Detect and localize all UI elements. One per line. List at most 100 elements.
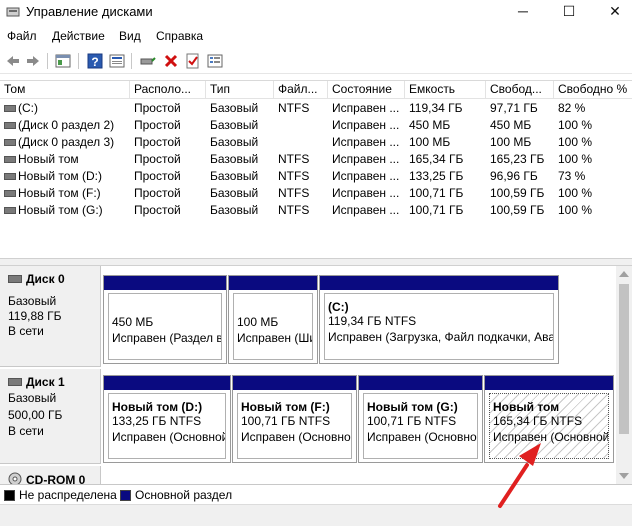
partition-size: 165,34 ГБ NTFS (493, 414, 583, 428)
disk-1-info[interactable]: Диск 1 Базовый 500,00 ГБ В сети (0, 369, 101, 464)
volume-icon (4, 207, 16, 214)
volume-capacity: 133,25 ГБ (409, 169, 464, 183)
scroll-down-icon[interactable] (619, 473, 629, 479)
column-header-layout[interactable]: Располо... (130, 81, 206, 99)
toolbar-separator (78, 53, 79, 69)
volume-type: Базовый (210, 203, 259, 217)
volume-name: (Диск 0 раздел 3) (18, 135, 115, 149)
partition-body: Новый том (D:) 133,25 ГБ NTFS Исправен (… (108, 393, 226, 459)
disk-status: В сети (8, 424, 44, 438)
table-row[interactable]: (Диск 0 раздел 3) Простой Базовый Исправен … (0, 134, 632, 151)
column-header-capacity[interactable]: Емкость (405, 81, 486, 99)
volume-percent-free: 82 % (558, 101, 586, 115)
scroll-up-icon[interactable] (619, 271, 629, 277)
volume-layout: Простой (134, 101, 181, 115)
partition-status: Исправен (Загрузка, Файл подкачки, Ава (328, 330, 554, 344)
column-header-type[interactable]: Тип (206, 81, 274, 99)
window-title: Управление дисками (26, 4, 153, 19)
partition-status: Исправен (Основно (241, 430, 351, 444)
table-row[interactable]: (Диск 0 раздел 2) Простой Базовый Исправен … (0, 117, 632, 134)
table-row[interactable]: (C:) Простой Базовый NTFS Исправен ... 119,34… (0, 100, 632, 117)
toolbar-separator (131, 53, 132, 69)
partition-disk0-efi[interactable]: 100 МБ Исправен (Ши (228, 275, 318, 364)
volume-type: Базовый (210, 101, 259, 115)
partition-body: Новый том (G:) 100,71 ГБ NTFS Исправен (… (363, 393, 478, 459)
partition-title: Новый том (493, 400, 560, 414)
delete-icon[interactable] (162, 52, 180, 70)
volume-capacity: 450 МБ (409, 118, 451, 132)
menu-view[interactable]: Вид (119, 29, 141, 43)
close-button[interactable]: ✕ (592, 0, 632, 24)
cdrom-0-info[interactable]: CD-ROM 0 (0, 466, 101, 484)
table-row[interactable]: Новый том Простой Базовый NTFS Исправен ... 1… (0, 151, 632, 168)
volume-layout: Простой (134, 203, 181, 217)
volume-layout: Простой (134, 135, 181, 149)
volume-status: Исправен ... (332, 203, 400, 217)
column-header-volume[interactable]: Том (0, 81, 130, 99)
maximize-button[interactable]: ☐ (546, 0, 592, 24)
disk-management-app-icon (6, 7, 20, 17)
table-row[interactable]: Новый том (G:) Простой Базовый NTFS Исправен… (0, 202, 632, 219)
scroll-thumb[interactable] (619, 284, 629, 434)
cd-drive-icon (8, 472, 22, 484)
volume-type: Базовый (210, 118, 259, 132)
help-icon[interactable]: ? (86, 52, 104, 70)
column-header-percent-free[interactable]: Свободно % (554, 81, 632, 99)
volume-free-space: 96,96 ГБ (490, 169, 538, 183)
minimize-button[interactable]: ─ (500, 0, 546, 24)
partition-bar (104, 376, 230, 390)
connect-disk-icon[interactable] (139, 52, 157, 70)
partition-disk1-g[interactable]: Новый том (G:) 100,71 ГБ NTFS Исправен (… (358, 375, 483, 463)
partition-status: Исправен (Раздел в (112, 331, 222, 345)
column-header-free-space[interactable]: Свобод... (486, 81, 554, 99)
partition-disk0-recovery[interactable]: 450 МБ Исправен (Раздел в (103, 275, 227, 364)
vertical-scrollbar[interactable] (616, 266, 632, 484)
table-row[interactable]: Новый том (F:) Простой Базовый NTFS Исправен… (0, 185, 632, 202)
back-arrow-icon[interactable] (4, 52, 22, 70)
console-tree-icon[interactable] (54, 52, 72, 70)
column-header-filesystem[interactable]: Файл... (274, 81, 328, 99)
toolbar-separator (47, 53, 48, 69)
partition-disk1-f[interactable]: Новый том (F:) 100,71 ГБ NTFS Исправен (… (232, 375, 357, 463)
legend: Не распределена Основной раздел (0, 484, 632, 504)
partition-disk1-d[interactable]: Новый том (D:) 133,25 ГБ NTFS Исправен (… (103, 375, 231, 463)
partition-body-selected: Новый том 165,34 ГБ NTFS Исправен (Основ… (489, 393, 609, 459)
volume-status: Исправен ... (332, 135, 400, 149)
pane-splitter[interactable] (0, 258, 632, 266)
disk-name: Диск 1 (26, 375, 65, 389)
partition-body: (C:) 119,34 ГБ NTFS Исправен (Загрузка, … (324, 293, 554, 360)
partition-size: 100,71 ГБ NTFS (367, 414, 457, 428)
partition-disk1-new-volume[interactable]: Новый том 165,34 ГБ NTFS Исправен (Основ… (484, 375, 614, 463)
disk-0-info[interactable]: Диск 0 Базовый 119,88 ГБ В сети (0, 266, 101, 367)
volume-status: Исправен ... (332, 169, 400, 183)
properties-icon[interactable] (108, 52, 126, 70)
menu-file[interactable]: Файл (7, 29, 37, 43)
check-icon[interactable] (184, 52, 202, 70)
volume-filesystem (278, 117, 328, 134)
partition-title: (C:) (328, 300, 349, 314)
list-view-icon[interactable] (206, 52, 224, 70)
legend-label-primary: Основной раздел (135, 488, 233, 502)
volume-filesystem (278, 134, 328, 151)
volume-type: Базовый (210, 169, 259, 183)
column-header-status[interactable]: Состояние (328, 81, 405, 99)
volume-capacity: 165,34 ГБ (409, 152, 464, 166)
disk-status: В сети (8, 324, 44, 338)
table-row[interactable]: Новый том (D:) Простой Базовый NTFS Исправен… (0, 168, 632, 185)
partition-disk0-c[interactable]: (C:) 119,34 ГБ NTFS Исправен (Загрузка, … (319, 275, 559, 364)
volume-name: Новый том (F:) (18, 186, 101, 200)
legend-swatch-unallocated (4, 490, 15, 501)
partition-bar (320, 276, 558, 290)
disk-map: Диск 0 Базовый 119,88 ГБ В сети 450 МБ И… (0, 266, 616, 484)
menu-help[interactable]: Справка (156, 29, 203, 43)
menu-action[interactable]: Действие (52, 29, 105, 43)
volume-name: Новый том (D:) (18, 169, 102, 183)
status-bar (0, 504, 632, 526)
volume-type: Базовый (210, 186, 259, 200)
volume-icon (4, 156, 16, 163)
volume-free-space: 97,71 ГБ (490, 101, 538, 115)
volume-icon (4, 105, 16, 112)
volume-percent-free: 100 % (558, 135, 593, 149)
forward-arrow-icon[interactable] (24, 52, 42, 70)
volume-capacity: 119,34 ГБ (409, 101, 463, 115)
